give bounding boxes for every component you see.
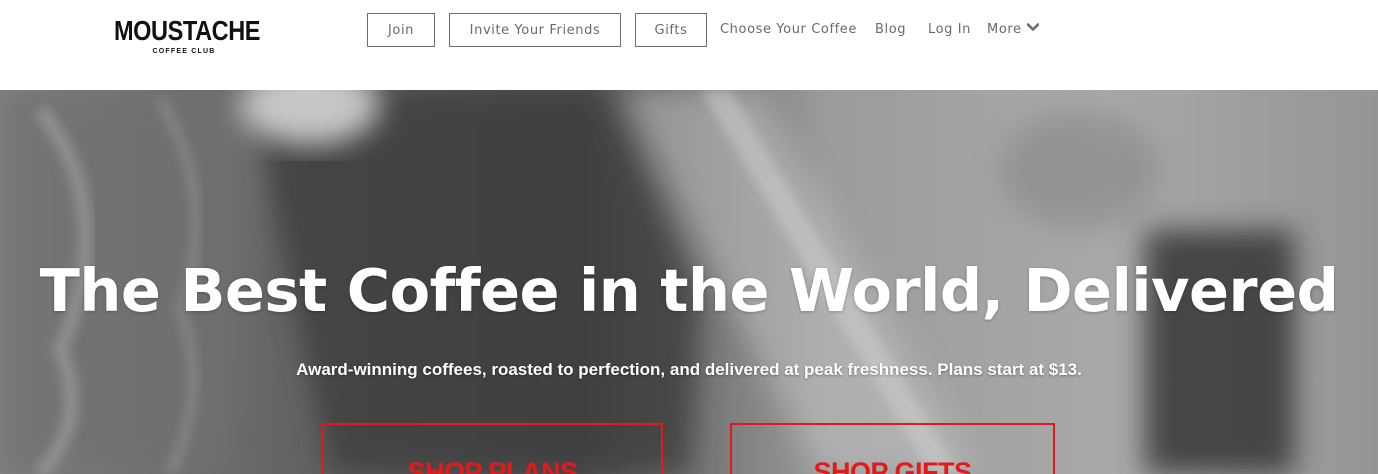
brand-tagline: COFFEE CLUB xyxy=(152,48,216,55)
invite-friends-button[interactable]: Invite Your Friends xyxy=(449,13,621,47)
gifts-button[interactable]: Gifts xyxy=(635,13,707,47)
brand-name: MOUSTACHE xyxy=(114,15,261,46)
shop-gifts-button[interactable]: SHOP GIFTS xyxy=(730,423,1055,474)
join-button[interactable]: Join xyxy=(367,13,435,47)
nav-more-menu[interactable]: More xyxy=(987,22,1039,38)
nav-link-blog[interactable]: Blog xyxy=(875,22,906,38)
hero-section: The Best Coffee in the World, Delivered … xyxy=(0,90,1378,474)
shop-plans-button[interactable]: SHOP PLANS xyxy=(322,423,663,474)
nav-link-log-in[interactable]: Log In xyxy=(928,22,971,38)
top-navigation-bar: MOUSTACHE COFFEE CLUB Join Invite Your F… xyxy=(0,0,1378,90)
nav-link-choose-your-coffee[interactable]: Choose Your Coffee xyxy=(720,22,857,38)
brand-logo[interactable]: MOUSTACHE COFFEE CLUB xyxy=(114,15,261,57)
nav-more-label: More xyxy=(987,22,1022,37)
hero-title: The Best Coffee in the World, Delivered xyxy=(39,256,1339,325)
hero-subtitle: Award-winning coffees, roasted to perfec… xyxy=(296,360,1082,379)
chevron-down-icon xyxy=(1026,23,1039,31)
